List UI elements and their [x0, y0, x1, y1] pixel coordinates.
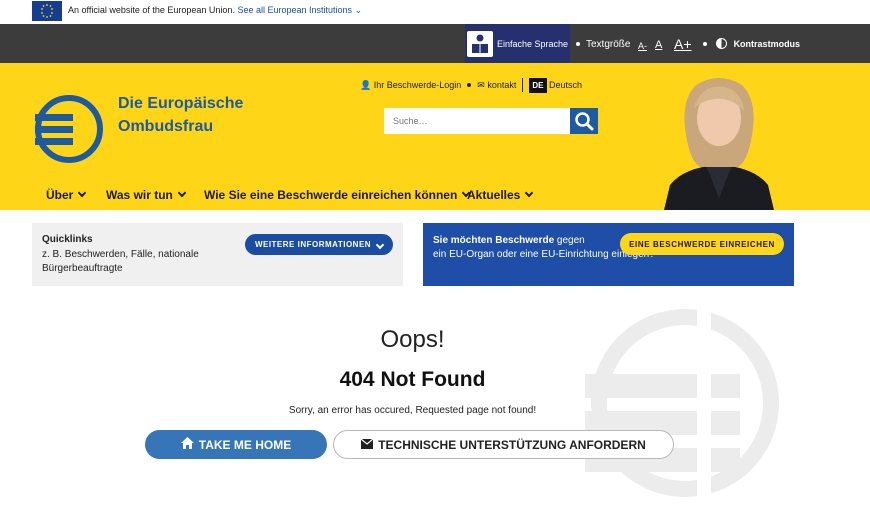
take-me-home-button[interactable]: TAKE ME HOME — [145, 430, 327, 459]
eu-institutions-link[interactable]: See all European Institutions ⌄ — [237, 5, 362, 15]
home-icon — [180, 437, 194, 452]
more-info-button[interactable]: WEITERE INFORMATIONEN — [245, 234, 393, 255]
chevron-down-icon — [177, 188, 187, 198]
search-icon — [575, 112, 594, 131]
quicklinks-title: Quicklinks — [42, 234, 93, 245]
chevron-down-icon: ⌄ — [354, 5, 363, 15]
eu-official-bar: An official website of the European Unio… — [0, 0, 870, 24]
text-size-large-button[interactable]: A+ — [674, 36, 692, 52]
contact-link[interactable]: ✉ kontakt — [477, 80, 516, 91]
brand-title[interactable]: Die Europäische Ombudsfrau — [118, 92, 243, 138]
divider — [522, 78, 524, 92]
text-size-label: Textgröße — [576, 39, 630, 50]
contrast-icon — [715, 38, 727, 49]
login-link[interactable]: 👤 Ihr Beschwerde-Login — [360, 80, 461, 91]
envelope-icon: ✉ — [477, 79, 485, 90]
chevron-down-icon — [375, 240, 385, 249]
utility-bar: Einfache Sprache Textgröße A- A A+ Kontr… — [0, 24, 870, 63]
easy-read-icon — [467, 30, 493, 57]
contrast-mode-button[interactable]: Kontrastmodus — [703, 38, 800, 50]
language-selector[interactable]: DE Deutsch — [529, 78, 583, 93]
search-input[interactable] — [384, 108, 570, 134]
brand-line-2: Ombudsfrau — [118, 118, 214, 135]
oops-heading: Oops! — [380, 326, 445, 353]
language-code: DE — [529, 78, 547, 93]
request-support-button[interactable]: TECHNISCHE UNTERSTÜTZUNG ANFORDERN — [333, 430, 674, 459]
error-title: 404 Not Found — [339, 368, 486, 391]
ombudsman-portrait — [644, 63, 794, 210]
nav-item-ueber[interactable]: Über — [46, 188, 87, 202]
user-icon: 👤 — [360, 79, 372, 90]
nav-item-aktuelles[interactable]: Aktuelles — [467, 188, 534, 202]
chevron-down-icon — [525, 188, 534, 198]
chevron-down-icon — [78, 188, 87, 198]
submit-complaint-button[interactable]: EINE BESCHWERDE EINREICHEN — [620, 233, 784, 255]
nav-item-beschwerde[interactable]: Wie Sie eine Beschwerde einreichen könne… — [204, 188, 471, 202]
search-button[interactable] — [570, 108, 598, 134]
eu-official-text: An official website of the European Unio… — [68, 5, 235, 15]
easy-language-button[interactable]: Einfache Sprache — [465, 24, 570, 63]
quicklinks-description: z. B. Beschwerden, Fälle, nationale Bürge… — [42, 249, 199, 274]
eu-flag-icon — [32, 1, 62, 21]
header-links: 👤 Ihr Beschwerde-Login ✉ kontakt DE Deut… — [360, 78, 583, 93]
easy-language-label: Einfache Sprache — [497, 38, 569, 49]
text-size-small-button[interactable]: A- — [638, 41, 647, 51]
text-size-normal-button[interactable]: A — [655, 39, 662, 51]
ombudsman-logo-icon[interactable] — [33, 95, 103, 163]
brand-line-1: Die Europäische — [118, 95, 244, 112]
error-message: Sorry, an error has occured, Requested p… — [288, 405, 537, 416]
nav-item-was-wir-tun[interactable]: Was wir tun — [106, 188, 187, 202]
envelope-icon — [360, 438, 374, 452]
language-name: Deutsch — [549, 80, 583, 90]
